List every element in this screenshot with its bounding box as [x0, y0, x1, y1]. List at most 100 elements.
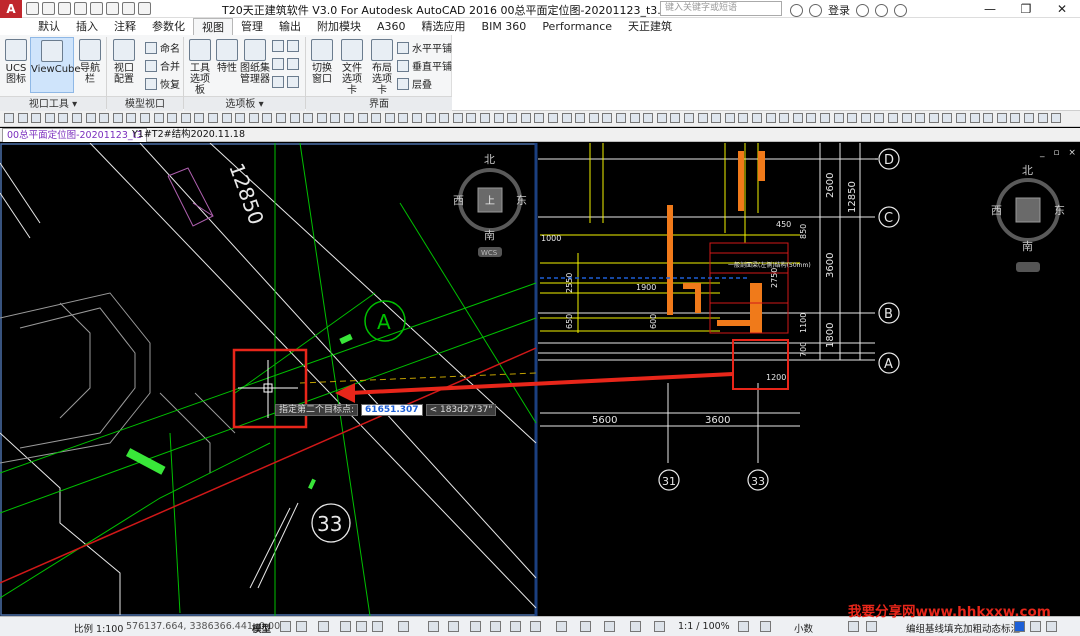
toolbar-tool-icon[interactable]	[806, 113, 817, 123]
command-input-value[interactable]: 61651.307	[361, 404, 423, 416]
toolbar-tool-icon[interactable]	[602, 113, 613, 123]
polar-icon[interactable]	[340, 621, 351, 632]
clean-screen-icon[interactable]	[1030, 621, 1041, 632]
toolbar-tool-icon[interactable]	[466, 113, 477, 123]
tab-default[interactable]: 默认	[30, 18, 68, 35]
tab-annotate[interactable]: 注释	[106, 18, 144, 35]
toolbar-tool-icon[interactable]	[357, 113, 368, 123]
zoom-level[interactable]: 1:1 / 100%	[678, 621, 730, 632]
exchange-icon[interactable]	[875, 3, 888, 17]
toolbar-tool-icon[interactable]	[452, 113, 463, 123]
toolbar-tool-icon[interactable]	[112, 113, 123, 123]
toolbar-tool-icon[interactable]	[888, 113, 898, 123]
panel-title-viewport-tools[interactable]: 视口工具 ▾	[0, 96, 106, 111]
units-icon[interactable]	[530, 621, 541, 632]
redo-icon[interactable]	[122, 2, 135, 15]
add-icon[interactable]	[760, 621, 771, 632]
globe-icon[interactable]	[1014, 621, 1025, 632]
quick-properties-icon[interactable]	[556, 621, 567, 632]
toolbar-tool-icon[interactable]	[439, 113, 450, 123]
toolbar-tool-icon[interactable]	[616, 113, 626, 123]
toolbar-tool-icon[interactable]	[384, 113, 395, 123]
toolbar-tool-icon[interactable]	[140, 113, 150, 123]
lock-ui-icon[interactable]	[580, 621, 591, 632]
qat-dropdown-icon[interactable]	[138, 2, 151, 15]
toolbar-tool-icon[interactable]	[180, 113, 191, 123]
toolbar-tool-icon[interactable]	[588, 113, 599, 123]
snap-icon[interactable]	[296, 621, 307, 632]
layout-tabs-button[interactable]: 布局 选项卡	[368, 39, 396, 96]
toolbar-tool-icon[interactable]	[58, 113, 69, 123]
toolbar-tool-icon[interactable]	[44, 113, 55, 123]
sheet-set-button[interactable]: 图纸集 管理器	[240, 39, 270, 85]
3d-osnap-icon[interactable]	[490, 621, 501, 632]
toolbar-tool-icon[interactable]	[303, 113, 314, 123]
toolbar-tool-icon[interactable]	[316, 113, 327, 123]
tab-addins[interactable]: 附加模块	[309, 18, 369, 35]
toolbar-tool-icon[interactable]	[983, 113, 994, 123]
save-icon[interactable]	[58, 2, 71, 15]
toolbar-tool-icon[interactable]	[697, 113, 708, 123]
toolbar-tool-icon[interactable]	[248, 113, 259, 123]
toolbar-tool-icon[interactable]	[956, 113, 966, 123]
decimal-units[interactable]: 小数	[794, 621, 813, 635]
tab-view[interactable]: 视图	[193, 18, 233, 35]
toolbar-tool-icon[interactable]	[779, 113, 790, 123]
workspace-icon[interactable]	[738, 621, 749, 632]
toolbar-tool-icon[interactable]	[874, 113, 885, 123]
toolbar-tool-icon[interactable]	[996, 113, 1007, 123]
command-angle-value[interactable]: < 183d27'37"	[425, 404, 497, 416]
minimize-icon[interactable]: —	[972, 0, 1008, 18]
binoculars-icon[interactable]	[790, 3, 803, 17]
file-tab-active[interactable]: 00总平面定位图-20201123_t3	[2, 128, 148, 142]
toolbar-tool-icon[interactable]	[99, 113, 110, 123]
toolbar-tool-icon[interactable]	[1037, 113, 1048, 123]
tab-output[interactable]: 输出	[271, 18, 309, 35]
ortho-icon[interactable]	[318, 621, 329, 632]
annotation-monitor-icon[interactable]	[510, 621, 521, 632]
palette-tool-2[interactable]	[272, 58, 299, 70]
isolate-objects-icon[interactable]	[604, 621, 615, 632]
app-menu-logo[interactable]: A	[0, 0, 22, 18]
dynamic-ucs-icon[interactable]	[398, 621, 409, 632]
toolbar-tool-icon[interactable]	[194, 113, 205, 123]
toolbar-tool-icon[interactable]	[153, 113, 164, 123]
toolbar-tool-icon[interactable]	[833, 113, 844, 123]
viewcube-button[interactable]: ViewCube	[30, 37, 81, 93]
tool-palette-button[interactable]: 工具 选项板	[186, 39, 214, 96]
fullscreen-icon[interactable]	[866, 621, 877, 632]
ucs-icon-button[interactable]: UCS 图标	[3, 39, 29, 85]
tile-vertical-button[interactable]: 垂直平铺	[397, 58, 452, 73]
toolbar-tool-icon[interactable]	[221, 113, 232, 123]
panel-title-model-viewports[interactable]: 模型视口	[107, 96, 183, 111]
annotation-scale-icon[interactable]	[654, 621, 665, 632]
restore-viewport-button[interactable]: 恢复	[145, 76, 180, 91]
otrack-icon[interactable]	[372, 621, 383, 632]
toolbar-tool-icon[interactable]	[398, 113, 409, 123]
toolbar-tool-icon[interactable]	[507, 113, 518, 123]
tab-tangent-arch[interactable]: 天正建筑	[620, 18, 680, 35]
toolbar-tool-icon[interactable]	[711, 113, 722, 123]
switch-window-button[interactable]: 切换 窗口	[308, 39, 336, 85]
login-button[interactable]: 登录	[828, 2, 850, 18]
toolbar-tool-icon[interactable]	[792, 113, 803, 123]
file-tab[interactable]: Y1#T2#结构2020.11.18	[128, 128, 249, 142]
tangent-toggles-text[interactable]: 编组基线填充加粗动态标注	[906, 621, 1020, 635]
grid-icon[interactable]	[280, 621, 291, 632]
print-icon[interactable]	[90, 2, 103, 15]
toolbar-tool-icon[interactable]	[901, 113, 912, 123]
app-store-icon[interactable]	[856, 3, 869, 17]
tab-performance[interactable]: Performance	[534, 18, 620, 35]
toolbar-tool-icon[interactable]	[493, 113, 504, 123]
properties-button[interactable]: 特性	[216, 39, 238, 74]
toolbar-tool-icon[interactable]	[344, 113, 354, 123]
toolbar-tool-icon[interactable]	[31, 113, 42, 123]
toolbar-tool-icon[interactable]	[72, 113, 82, 123]
toolbar-tool-icon[interactable]	[765, 113, 776, 123]
palette-tool-3[interactable]	[272, 76, 299, 88]
cascade-button[interactable]: 层叠	[397, 76, 432, 91]
panel-title-palettes[interactable]: 选项板 ▾	[184, 96, 305, 111]
toolbar-tool-icon[interactable]	[643, 113, 654, 123]
toolbar-tool-icon[interactable]	[915, 113, 926, 123]
toolbar-tool-icon[interactable]	[1010, 113, 1021, 123]
